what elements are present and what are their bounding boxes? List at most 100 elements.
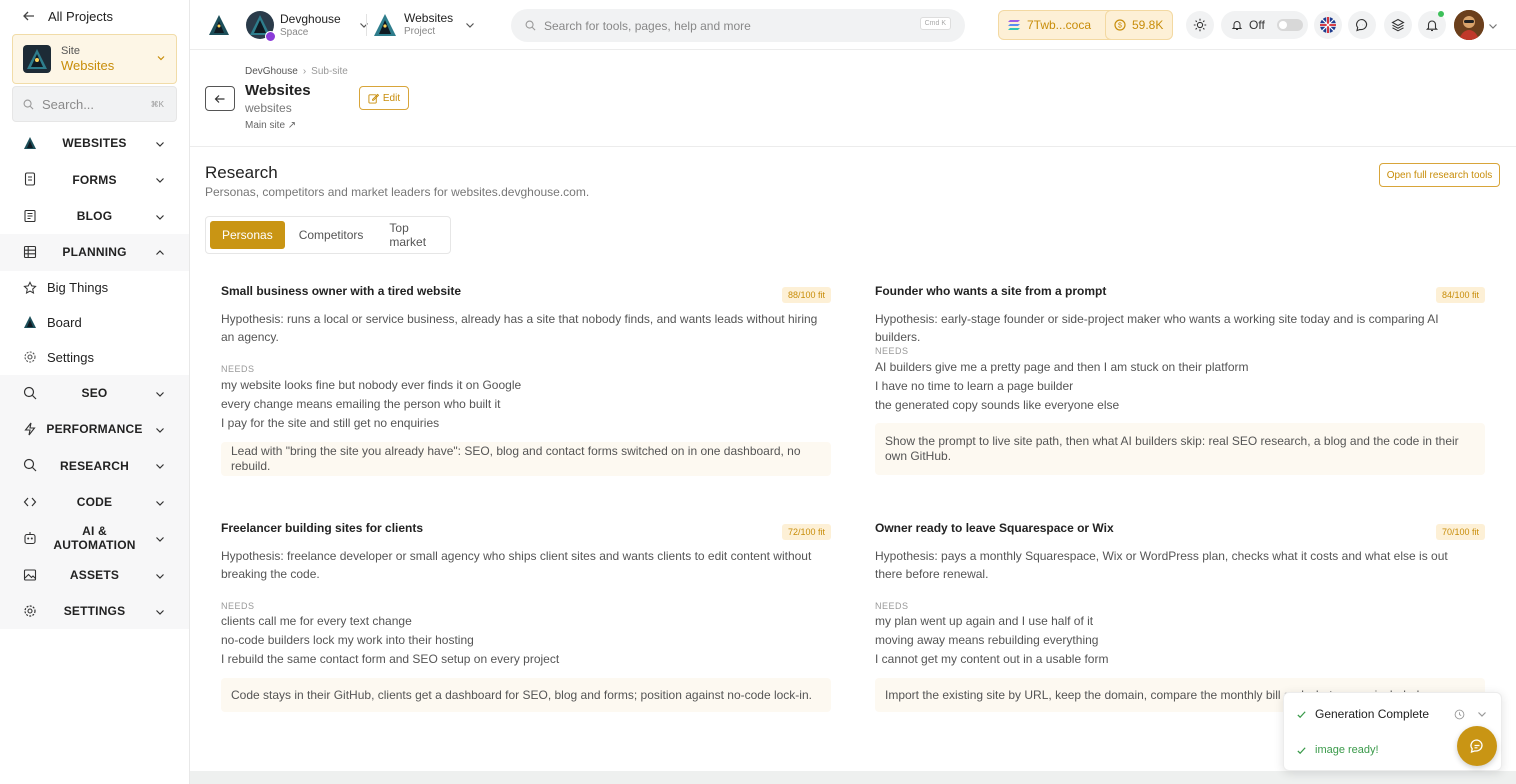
chevron-down-icon[interactable] — [1477, 709, 1487, 719]
chevron-down-icon — [156, 500, 164, 506]
notifications-toggle[interactable]: Off — [1221, 11, 1308, 39]
tab-personas[interactable]: Personas — [210, 221, 285, 249]
persona-needs-label: NEEDS — [875, 601, 909, 611]
chevron-down-icon — [156, 428, 164, 433]
persona-needs-list: my plan went up again and I use half of … — [875, 612, 1108, 669]
app-logo-icon[interactable] — [207, 13, 231, 37]
breadcrumb-current: Sub-site — [311, 66, 348, 77]
persona-hypothesis: Hypothesis: pays a monthly Squarespace, … — [875, 549, 1448, 581]
theme-toggle-button[interactable] — [1186, 11, 1214, 39]
open-full-research-button[interactable]: Open full research tools — [1379, 163, 1500, 187]
sidebar-item-board[interactable]: Board — [0, 305, 189, 340]
layers-button[interactable] — [1384, 11, 1412, 39]
sidebar-sub-label: Board — [47, 315, 82, 331]
persona-need: every change means emailing the person w… — [221, 397, 501, 411]
back-button[interactable] — [205, 86, 235, 111]
site-selector[interactable]: Site Websites — [12, 34, 177, 84]
sidebar-search-shortcut: ⌘K — [150, 99, 164, 109]
wallet-address: 7Twb...coca — [1027, 18, 1092, 32]
sidebar-item-label: FORMS — [72, 172, 117, 187]
persona-fit-badge: 84/100 fit — [1435, 287, 1485, 303]
all-projects-link[interactable]: All Projects — [22, 8, 113, 24]
chevron-down-icon[interactable] — [1488, 21, 1498, 31]
main-site-link[interactable]: Main site ↗ — [245, 120, 296, 131]
solana-icon — [1008, 20, 1020, 30]
sidebar-item-settings[interactable]: SETTINGS — [0, 592, 189, 630]
sidebar-item-performance[interactable]: PERFORMANCE — [0, 411, 189, 448]
credits-button[interactable]: $ 59.8K — [1105, 10, 1173, 40]
persona-card: Small business owner with a tired websit… — [221, 284, 831, 478]
persona-need: I have no time to learn a page builder — [875, 379, 1074, 393]
toast-title: Generation Complete — [1315, 707, 1430, 721]
persona-needs-list: clients call me for every text change no… — [221, 612, 559, 669]
persona-need: moving away means rebuilding everything — [875, 633, 1099, 647]
persona-need: clients call me for every text change — [221, 614, 412, 628]
footer-band — [190, 771, 1516, 784]
sidebar-item-websites[interactable]: WEBSITES — [0, 125, 189, 161]
chevron-down-icon — [466, 22, 475, 28]
chat-button[interactable] — [1348, 11, 1376, 39]
notifications-button[interactable] — [1418, 11, 1446, 39]
clock-icon[interactable] — [1454, 709, 1465, 720]
persona-fit-badge: 70/100 fit — [1435, 524, 1485, 540]
sidebar-item-planning-settings[interactable]: Settings — [0, 340, 189, 375]
sidebar-search-input[interactable]: Search... ⌘K — [12, 86, 177, 122]
site-card-label: Site — [61, 45, 80, 57]
layers-icon — [1391, 18, 1405, 32]
persona-needs-label: NEEDS — [875, 346, 909, 356]
notifications-state: Off — [1249, 18, 1265, 32]
persona-hypothesis: Hypothesis: freelance developer or small… — [221, 549, 812, 581]
persona-title: Founder who wants a site from a prompt — [875, 284, 1107, 298]
sidebar-item-planning[interactable]: PLANNING — [0, 234, 189, 271]
arrow-left-icon — [214, 94, 225, 103]
coin-icon: $ — [1114, 19, 1126, 31]
page-subtitle: websites — [245, 101, 292, 115]
edit-icon — [368, 93, 379, 104]
global-search-input[interactable]: Search for tools, pages, help and more C… — [511, 9, 965, 42]
all-projects-label: All Projects — [48, 8, 114, 24]
chat-assistant-button[interactable] — [1457, 726, 1497, 766]
uk-flag-icon — [1320, 17, 1336, 33]
project-switcher[interactable]: Websites Project — [372, 11, 475, 38]
persona-title: Owner ready to leave Squarespace or Wix — [875, 521, 1114, 535]
sidebar-item-seo[interactable]: SEO — [0, 374, 189, 412]
sidebar-item-research[interactable]: RESEARCH — [0, 447, 189, 484]
sidebar-item-label: PERFORMANCE — [46, 422, 143, 437]
chevron-down-icon — [156, 610, 164, 615]
persona-hypothesis: Hypothesis: runs a local or service busi… — [221, 312, 818, 344]
header-divider — [190, 146, 1516, 147]
tab-top-market[interactable]: Top market — [377, 221, 446, 249]
sidebar-item-label: AI & AUTOMATION — [53, 524, 136, 553]
sidebar-item-big-things[interactable]: Big Things — [0, 271, 189, 306]
site-card-value: Websites — [61, 58, 115, 73]
sidebar-sub-label: Settings — [47, 349, 94, 365]
sun-icon — [1193, 18, 1207, 32]
user-avatar[interactable] — [1454, 10, 1484, 40]
grid-icon — [23, 246, 37, 259]
sidebar-item-ai-automation[interactable]: AI & AUTOMATION — [0, 520, 189, 557]
persona-hypothesis: Hypothesis: early-stage founder or side-… — [875, 312, 1439, 344]
sidebar-item-forms[interactable]: FORMS — [0, 161, 189, 197]
image-icon — [23, 569, 37, 581]
sidebar-item-label: ASSETS — [69, 567, 120, 582]
workspace-switcher[interactable]: Devghouse Space — [246, 11, 369, 42]
notifications-switch[interactable] — [1276, 19, 1303, 31]
persona-pitch: Code stays in their GitHub, clients get … — [221, 678, 831, 712]
sidebar-item-assets[interactable]: ASSETS — [0, 556, 189, 593]
search-icon — [23, 386, 37, 400]
tab-competitors[interactable]: Competitors — [287, 221, 376, 249]
sidebar-nav: WEBSITES FORMS BLOG PLANNING Big Things … — [0, 125, 189, 630]
chevron-down-icon — [156, 214, 164, 220]
chat-icon — [1356, 18, 1368, 32]
persona-need: the generated copy sounds like everyone … — [875, 398, 1120, 412]
topbar-divider — [366, 14, 367, 36]
language-button[interactable] — [1314, 11, 1342, 39]
sidebar-item-code[interactable]: CODE — [0, 483, 189, 521]
edit-button[interactable]: Edit — [359, 86, 409, 110]
global-search-placeholder: Search for tools, pages, help and more — [544, 18, 751, 33]
blog-icon — [24, 209, 36, 222]
notification-badge — [1438, 11, 1444, 17]
toast-message: image ready! — [1315, 744, 1379, 756]
sidebar-item-blog[interactable]: BLOG — [0, 198, 189, 234]
breadcrumb-item[interactable]: DevGhouse — [245, 66, 298, 77]
